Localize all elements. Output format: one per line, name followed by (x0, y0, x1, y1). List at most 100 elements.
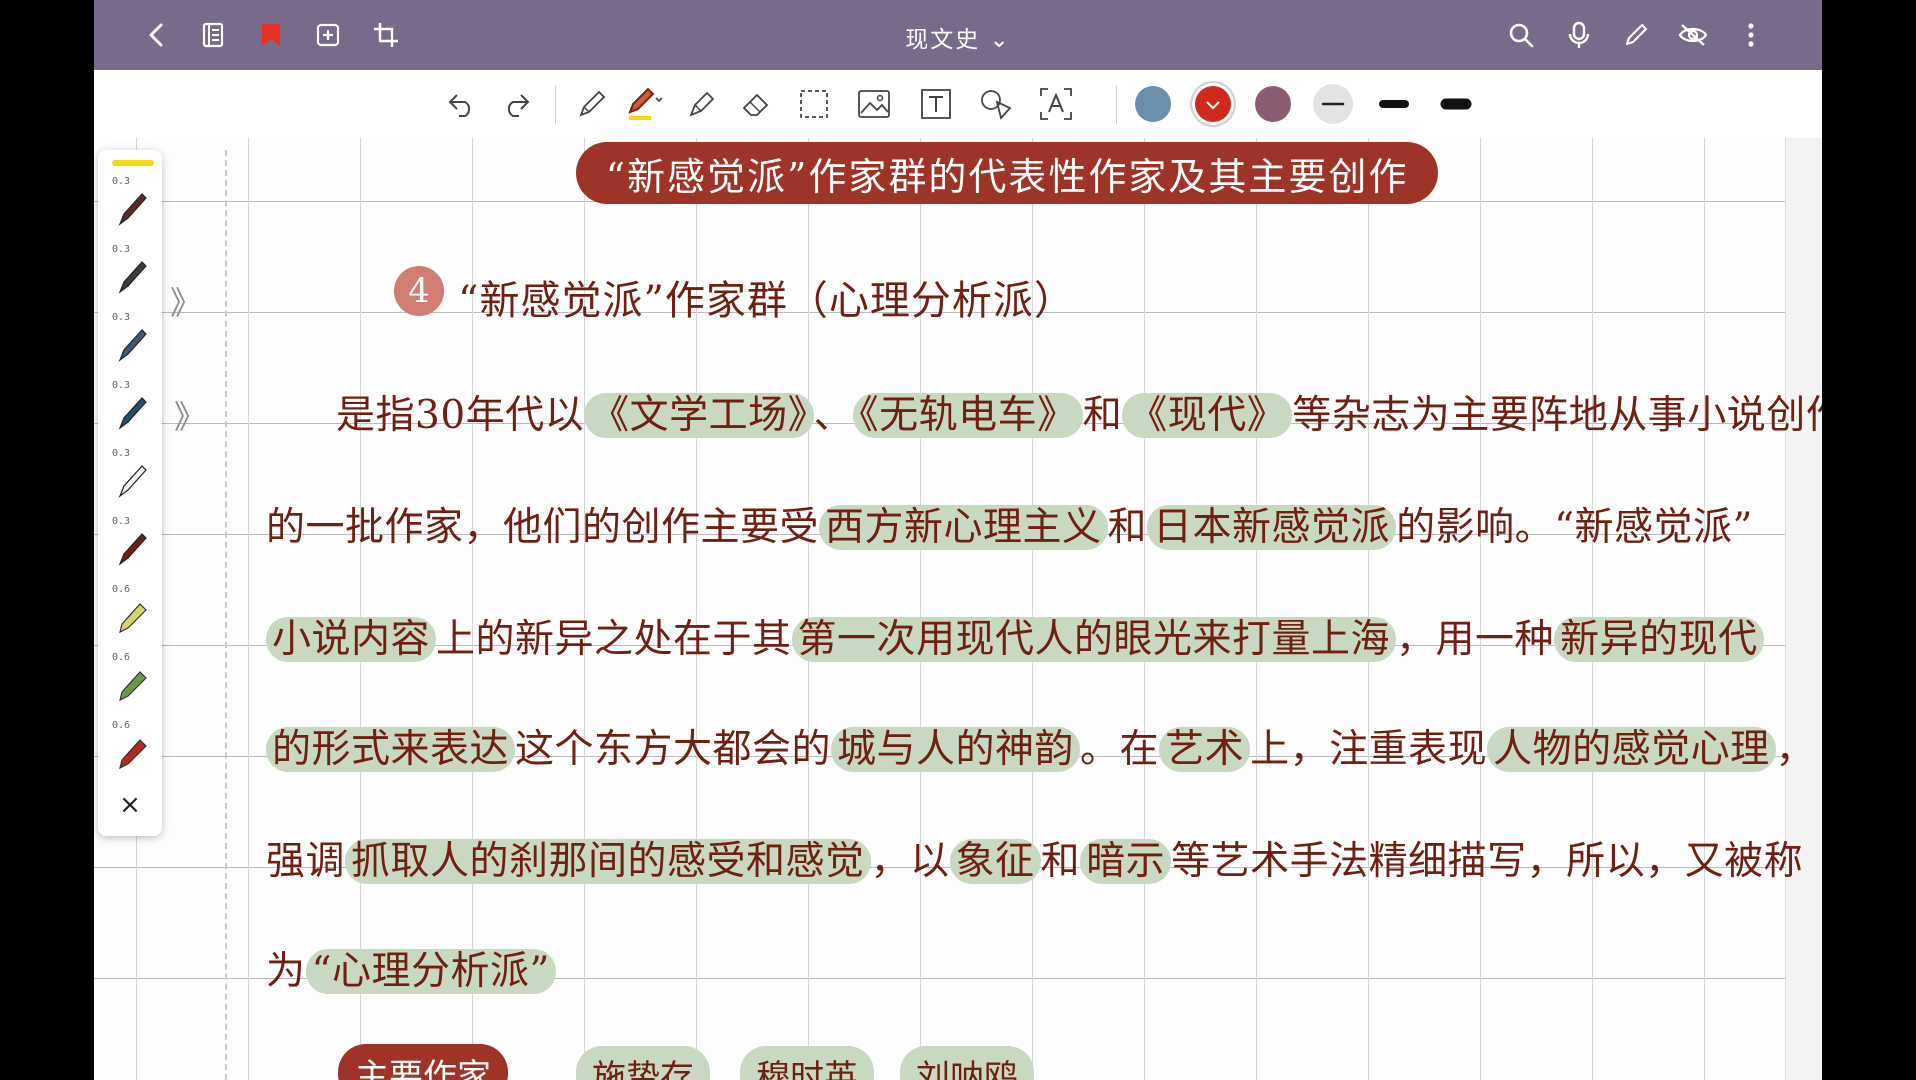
close-icon[interactable]: × (98, 790, 162, 820)
pen-preset[interactable]: 0.3 (106, 244, 156, 304)
highlighter-icon (119, 671, 147, 702)
stroke-width-medium[interactable] (1374, 84, 1414, 124)
image-icon[interactable] (854, 84, 894, 124)
note-text: 是指30年代以 (336, 393, 585, 438)
shape-icon[interactable] (976, 84, 1016, 124)
notes-app: 现文史 ⌄ 》 》 “新感觉派”作家群的代表性作家及其主要创作 4 “新感觉派”… (94, 0, 1822, 1080)
highlighter-icon (119, 603, 147, 634)
highlight: 西方新心理主义 (819, 505, 1108, 550)
highlight: 人物的感觉心理 (1487, 727, 1776, 772)
pen-preset[interactable]: 0.3 (106, 380, 156, 440)
pen-icon (118, 465, 147, 498)
color-swatch-red[interactable] (1195, 86, 1231, 122)
highlight: 象征 (949, 839, 1041, 884)
note-line: 小说内容 上的新异之处在于其 第一次用现代人的眼光来打量上海 ，用一种 新异的现代 (266, 608, 1764, 664)
note-text: 和 (1107, 505, 1148, 550)
note-text: ，以 (870, 839, 950, 884)
highlight: “心理分析派” (305, 949, 556, 994)
toolbar-divider (555, 86, 556, 124)
author-tag: 刘呐鸥 (900, 1046, 1034, 1080)
highlight: 艺术 (1159, 727, 1251, 772)
note-text: 和 (1082, 393, 1123, 438)
highlight: 第一次用现代人的眼光来打量上海 (791, 617, 1397, 662)
lasso-select-icon[interactable] (794, 84, 834, 124)
note-text: 这个东方大都会的 (515, 727, 832, 772)
undo-icon[interactable] (442, 84, 482, 124)
page-scroll-edge[interactable] (1785, 138, 1822, 1080)
highlight: 抓取人的刹那间的感受和感觉 (345, 839, 871, 884)
more-icon[interactable] (1730, 14, 1772, 56)
highlight: 的形式来表达 (266, 727, 516, 772)
toolbar-divider (1116, 86, 1117, 124)
text-box-icon[interactable] (916, 84, 956, 124)
pen-preset[interactable]: 0.3 (106, 176, 156, 236)
clipped-text: 》 (170, 284, 203, 322)
color-swatch-mauve[interactable] (1255, 86, 1291, 122)
author-tag: 施蛰存 (576, 1046, 710, 1080)
pen-icon (118, 397, 147, 430)
pen-preset[interactable]: 0.3 (106, 516, 156, 576)
note-line: 是指30年代以 《文学工场》、《无轨电车》和《现代》 等杂志为主要阵地从事小说创作 (336, 384, 1822, 440)
note-text: 的一批作家，他们的创作主要受 (266, 505, 820, 550)
highlight: 《文学工场》 (584, 393, 814, 438)
top-bar: 现文史 ⌄ (94, 0, 1822, 70)
highlighter-icon (119, 739, 147, 770)
pen-tool-icon[interactable] (626, 84, 666, 124)
stroke-width-thick[interactable] (1436, 84, 1476, 124)
note-text: ， (1775, 727, 1816, 772)
highlighter-icon[interactable] (682, 84, 722, 124)
note-line: 为 “心理分析派” (266, 940, 556, 996)
margin-line (225, 150, 227, 1080)
pen-size-label: 0.6 (112, 720, 131, 731)
highlight: 城与人的神韵 (831, 727, 1081, 772)
pen-icon (118, 329, 147, 362)
note-line: 的形式来表达 这个东方大都会的 城与人的神韵 。在 艺术 上，注重表现 人物的感觉心理， (266, 718, 1815, 774)
eraser-icon[interactable] (736, 84, 776, 124)
pencil-icon[interactable] (572, 84, 612, 124)
note-title: “新感觉派”作家群的代表性作家及其主要创作 (576, 142, 1438, 204)
pen-size-label: 0.3 (112, 516, 131, 527)
pen-preset[interactable]: 0.3 (106, 448, 156, 508)
author-tag: 穆时英 (740, 1046, 874, 1080)
note-text: 的影响。“新感觉派” (1396, 505, 1753, 550)
pen-icon (118, 261, 147, 294)
highlight: 小说内容 (266, 617, 437, 662)
note-text: 和 (1040, 839, 1081, 884)
pen-size-label: 0.3 (112, 380, 131, 391)
highlighter-preset[interactable]: 0.6 (106, 720, 156, 780)
highlighter-preset[interactable]: 0.6 (106, 652, 156, 712)
pen-size-label: 0.3 (112, 448, 131, 459)
stroke-width-thin[interactable] (1313, 84, 1353, 124)
eye-off-icon[interactable] (1672, 14, 1714, 56)
highlight: 《无轨电车》 (853, 393, 1083, 438)
highlight: 《现代》 (1122, 393, 1293, 438)
section-number: 4 (394, 266, 444, 316)
text-recognize-icon[interactable] (1036, 84, 1076, 124)
search-icon[interactable] (1500, 14, 1542, 56)
clipped-text: 》 (174, 398, 207, 436)
pen-size-label: 0.3 (112, 312, 131, 323)
highlighter-preset[interactable]: 0.6 (106, 584, 156, 644)
pen-size-label: 0.3 (112, 244, 131, 255)
note-text: 上的新异之处在于其 (436, 617, 792, 662)
highlight: 新异的现代 (1554, 617, 1764, 662)
note-text: ，用一种 (1396, 617, 1555, 662)
pen-icon[interactable] (1615, 14, 1657, 56)
color-swatch-blue[interactable] (1135, 86, 1171, 122)
main-authors-label: 主要作家 (338, 1044, 508, 1080)
mic-icon[interactable] (1558, 14, 1600, 56)
note-text: 上，注重表现 (1250, 727, 1488, 772)
note-text: 为 (266, 949, 306, 994)
pen-preset-panel: 0.3 0.3 0.3 0.3 0.3 0.3 0.6 0.6 0.6 × (98, 150, 162, 836)
selected-pen-indicator (112, 160, 154, 166)
pen-icon (118, 533, 147, 566)
note-text: 强调 (266, 839, 346, 884)
redo-icon[interactable] (496, 84, 536, 124)
note-line: 强调 抓取人的刹那间的感受和感觉 ，以 象征和暗示 等艺术手法精细描写，所以，又被称 (266, 830, 1803, 886)
section-heading: “新感觉派”作家群（心理分析派） (458, 278, 1075, 324)
drawing-toolbar (94, 70, 1822, 139)
highlight: 暗示 (1080, 839, 1172, 884)
pen-preset[interactable]: 0.3 (106, 312, 156, 372)
pen-size-label: 0.6 (112, 652, 131, 663)
note-text: 。在 (1080, 727, 1160, 772)
